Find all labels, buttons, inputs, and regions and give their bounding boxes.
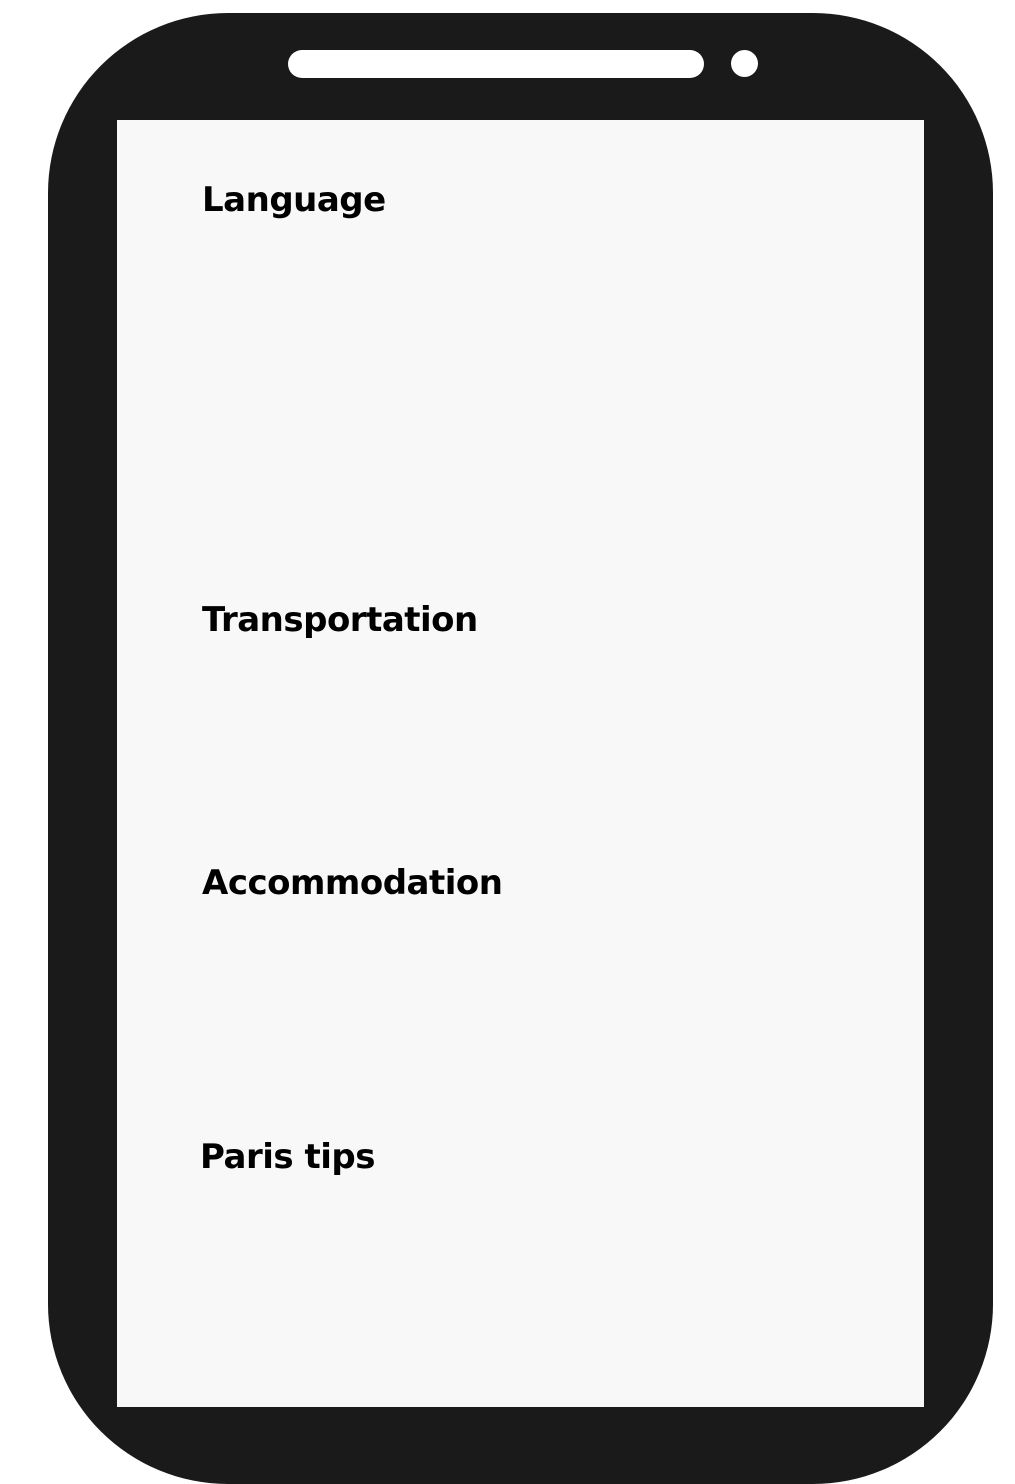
speaker-grille bbox=[288, 50, 704, 78]
menu-item-transportation[interactable]: Transportation bbox=[202, 603, 478, 637]
menu-item-paris-tips[interactable]: Paris tips bbox=[200, 1140, 375, 1174]
menu-item-language[interactable]: Language bbox=[202, 183, 386, 217]
phone-frame: Language Transportation Accommodation Pa… bbox=[48, 13, 993, 1484]
phone-screen: Language Transportation Accommodation Pa… bbox=[117, 120, 924, 1407]
menu-item-accommodation[interactable]: Accommodation bbox=[202, 866, 503, 900]
front-camera-icon bbox=[731, 50, 758, 77]
